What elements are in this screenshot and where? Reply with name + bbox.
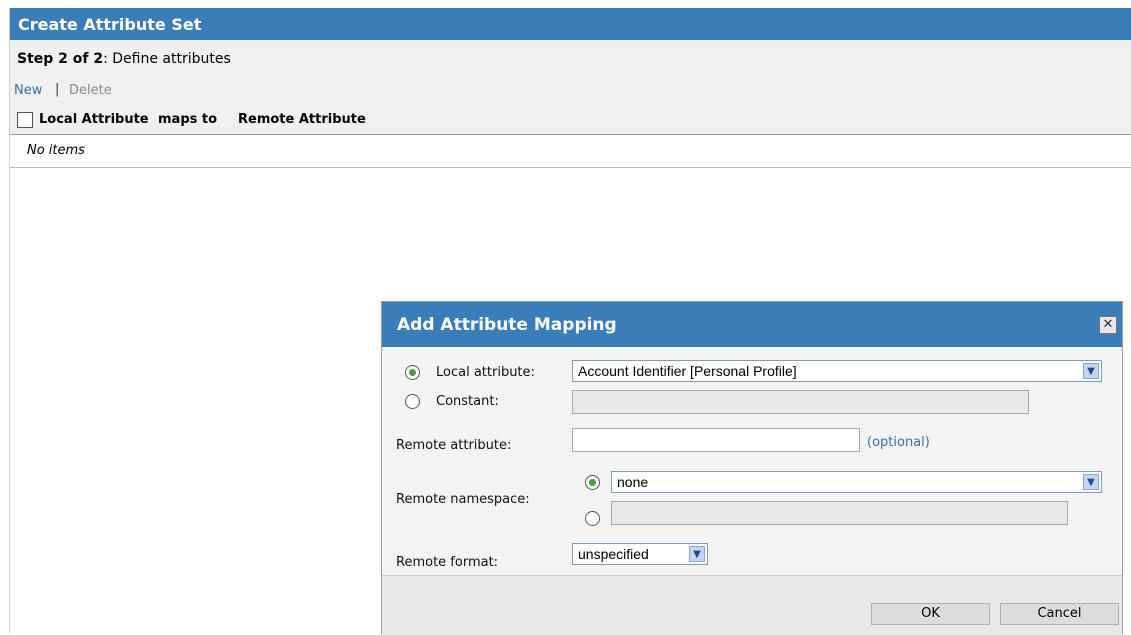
select-all-checkbox[interactable] [17,112,33,128]
remote-attribute-label: Remote attribute: [396,438,512,453]
ok-button[interactable]: OK [871,603,990,625]
table-header: Local Attribute maps to Remote Attribute [10,108,1131,135]
column-maps-to: maps to [158,112,218,127]
chevron-down-icon: ▼ [1083,363,1099,379]
remote-format-value: unspecified [578,546,649,562]
chevron-down-icon: ▼ [689,546,705,562]
constant-radio[interactable] [405,394,420,409]
new-link[interactable]: New [14,83,42,98]
dialog-footer: OK Cancel [382,575,1122,635]
add-attribute-mapping-dialog: Add Attribute Mapping ✕ Local attribute:… [381,301,1123,635]
action-separator: | [55,82,60,97]
local-attribute-radio[interactable] [405,365,420,380]
column-remote-attribute: Remote Attribute [238,112,366,127]
action-bar: New | Delete [10,78,1131,108]
remote-format-select[interactable]: unspecified ▼ [572,543,708,565]
namespace-custom-radio[interactable] [585,511,600,526]
step-bar: Step 2 of 2: Define attributes [10,40,1131,78]
delete-link[interactable]: Delete [69,83,112,98]
empty-table-row: No items [10,135,1131,168]
dialog-title: Add Attribute Mapping [397,315,617,335]
cancel-button[interactable]: Cancel [1000,603,1119,625]
step-indicator: Step 2 of 2: Define attributes [17,51,231,67]
local-attribute-select[interactable]: Account Identifier [Personal Profile] ▼ [572,360,1102,382]
constant-label: Constant: [436,394,499,409]
local-attribute-label: Local attribute: [436,365,535,380]
remote-namespace-label: Remote namespace: [396,492,530,507]
remote-namespace-select[interactable]: none ▼ [611,471,1102,493]
remote-format-label: Remote format: [396,555,499,570]
step-description: : Define attributes [103,51,231,67]
step-prefix: Step 2 of 2 [17,51,104,67]
local-attribute-value: Account Identifier [Personal Profile] [578,363,797,379]
close-icon[interactable]: ✕ [1099,316,1117,334]
remote-attribute-input[interactable] [572,428,860,452]
page-title: Create Attribute Set [18,15,202,34]
optional-hint: (optional) [867,435,930,450]
dialog-body: Local attribute: Account Identifier [Per… [382,347,1122,575]
dialog-title-bar: Add Attribute Mapping ✕ [382,302,1122,347]
namespace-preset-radio[interactable] [585,475,600,490]
page-title-bar: Create Attribute Set [10,8,1131,40]
constant-input[interactable] [572,390,1029,414]
remote-namespace-value: none [617,474,649,490]
empty-message: No items [27,143,85,158]
namespace-custom-input[interactable] [611,501,1068,525]
chevron-down-icon: ▼ [1083,474,1099,490]
column-local-attribute: Local Attribute [39,112,149,127]
